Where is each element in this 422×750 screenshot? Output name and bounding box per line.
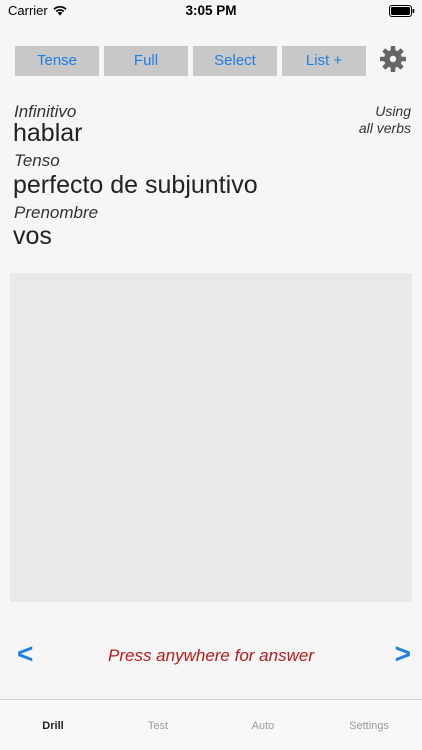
verb-scope-line2: all verbs (358, 120, 411, 136)
clock: 3:05 PM (185, 3, 237, 18)
app-screen: Carrier 3:05 PM Tense Full Select List + (0, 0, 422, 750)
tab-test[interactable]: Test (118, 720, 198, 732)
status-bar: Carrier 3:05 PM (0, 0, 422, 22)
infinitive-value: hablar (13, 119, 83, 147)
press-anywhere-prompt: Press anywhere for answer (108, 646, 314, 665)
list-plus-button[interactable]: List + (282, 46, 366, 76)
tab-drill[interactable]: Drill (13, 720, 93, 732)
full-button[interactable]: Full (104, 46, 188, 76)
verb-scope-note: Using all verbs (359, 103, 411, 137)
tab-bar: Drill Test Auto Settings (0, 699, 422, 750)
answer-area[interactable] (10, 273, 412, 602)
tab-settings[interactable]: Settings (329, 720, 409, 732)
battery-icon (389, 5, 415, 17)
tab-auto[interactable]: Auto (223, 720, 303, 732)
tense-value: perfecto de subjuntivo (13, 171, 258, 199)
tense-label: Tenso (14, 151, 60, 170)
gear-icon[interactable] (380, 46, 406, 72)
next-arrow[interactable]: > (395, 638, 411, 670)
pronoun-label: Prenombre (14, 203, 99, 222)
verb-scope-line1: Using (375, 103, 411, 119)
pronoun-value: vos (13, 222, 52, 250)
tense-button[interactable]: Tense (15, 46, 99, 76)
select-button[interactable]: Select (193, 46, 277, 76)
